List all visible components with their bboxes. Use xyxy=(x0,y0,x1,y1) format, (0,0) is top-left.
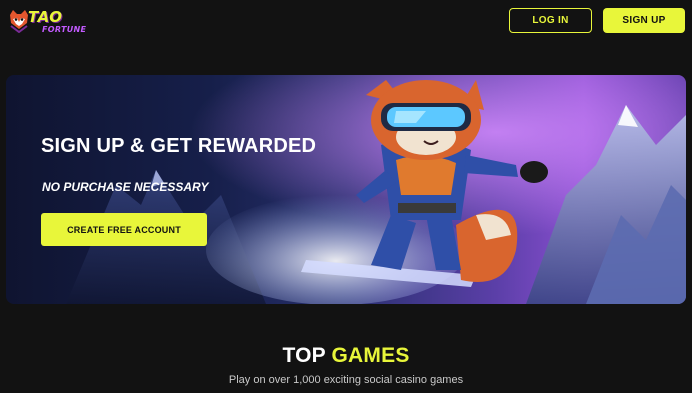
top-games-heading: TOP GAMES xyxy=(0,344,692,368)
hero-title: SIGN UP & GET REWARDED xyxy=(41,135,317,157)
tao-fortune-logo[interactable]: TAO FORTUNE xyxy=(8,7,92,39)
top-games-heading-part2: GAMES xyxy=(331,344,410,367)
site-header: TAO FORTUNE LOG IN SIGN UP xyxy=(0,0,692,44)
hero-banner: SIGN UP & GET REWARDED NO PURCHASE NECES… xyxy=(6,75,686,304)
signup-button[interactable]: SIGN UP xyxy=(603,8,685,33)
top-games-heading-part1: TOP xyxy=(282,344,326,367)
login-button[interactable]: LOG IN xyxy=(509,8,592,33)
red-panda-logo-icon xyxy=(10,10,28,33)
create-free-account-button[interactable]: CREATE FREE ACCOUNT xyxy=(41,213,207,246)
top-games-subtitle: Play on over 1,000 exciting social casin… xyxy=(228,374,464,386)
logo-text-tao: TAO xyxy=(28,8,63,26)
logo-text-fortune: FORTUNE xyxy=(42,25,87,34)
hero-subtitle: NO PURCHASE NECESSARY xyxy=(42,180,209,194)
